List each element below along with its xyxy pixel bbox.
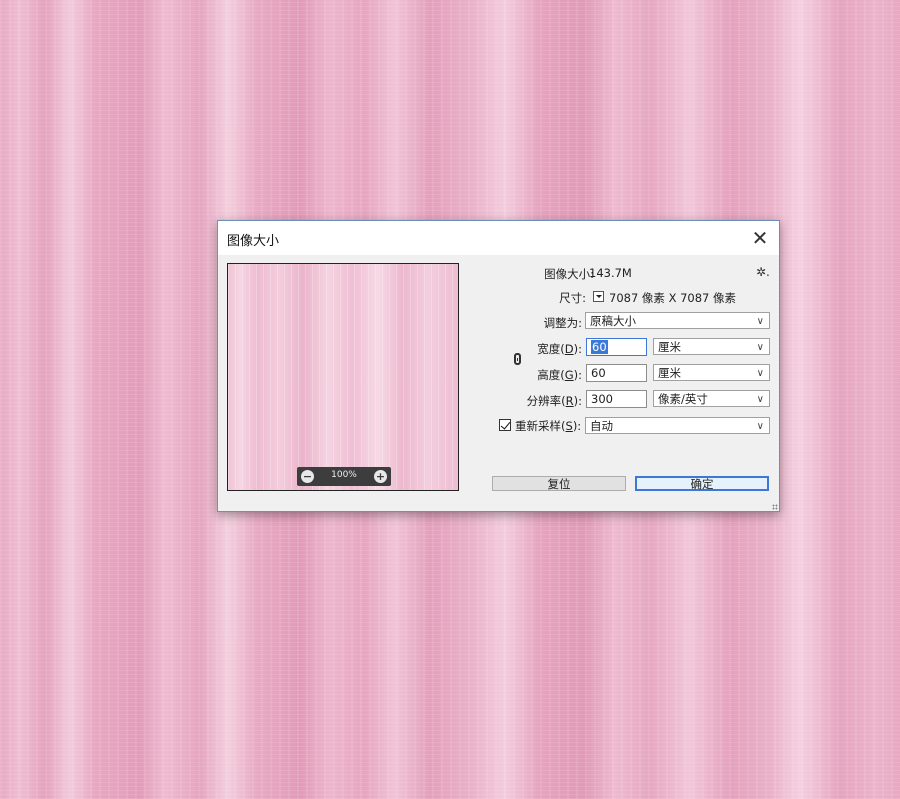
resize-grip[interactable] [772,504,778,510]
close-icon[interactable]: ✕ [747,225,773,251]
image-size-value: 143.7M [589,266,632,280]
zoom-level: 100% [331,470,357,480]
dialog-titlebar: 图像大小 ✕ [218,221,779,255]
dimensions-value: 7087 像素 X 7087 像素 [609,291,737,305]
reset-button[interactable]: 复位 [492,476,626,491]
height-unit-value: 厘米 [658,366,681,380]
dialog-title: 图像大小 [227,234,280,249]
image-size-label: 图像大小: [544,267,594,281]
width-unit-select[interactable]: 厘米 ∨ [653,338,770,355]
zoom-in-icon[interactable]: + [374,470,387,483]
height-input[interactable]: 60 [586,364,647,382]
fit-to-value: 原稿大小 [590,314,636,328]
resolution-unit-select[interactable]: 像素/英寸 ∨ [653,390,770,407]
chevron-down-icon: ∨ [756,342,764,353]
resolution-unit-value: 像素/英寸 [658,392,708,406]
height-label: 高度(G): [537,368,582,382]
resample-method-value: 自动 [590,419,613,433]
resample-label: 重新采样(S): [515,419,582,433]
width-label: 宽度(D): [537,342,582,356]
zoom-out-icon[interactable]: − [301,470,314,483]
chevron-down-icon: ∨ [756,394,764,405]
resample-checkbox[interactable] [499,419,511,431]
zoom-control: − 100% + [297,467,391,486]
fit-to-label: 调整为: [543,316,582,330]
ok-button[interactable]: 确定 [635,476,769,491]
chevron-down-icon: ∨ [756,316,764,327]
image-size-dialog: 图像大小 ✕ − 100% + 图像大小: 143.7M ✲. 尺寸: 7087… [217,220,780,512]
resolution-label: 分辨率(R): [526,394,582,408]
resample-method-select[interactable]: 自动 ∨ [585,417,770,434]
resolution-input[interactable]: 300 [586,390,647,408]
gear-icon[interactable]: ✲. [756,265,770,279]
image-preview[interactable]: − 100% + [227,263,459,491]
chevron-down-icon: ∨ [756,421,764,432]
fit-to-select[interactable]: 原稿大小 ∨ [585,312,770,329]
height-unit-select[interactable]: 厘米 ∨ [653,364,770,381]
dimensions-label: 尺寸: [559,291,586,305]
width-input[interactable]: 60 [586,338,647,356]
chevron-down-icon: ∨ [756,368,764,379]
width-unit-value: 厘米 [658,340,681,354]
dimensions-units-dropdown[interactable] [593,291,604,302]
